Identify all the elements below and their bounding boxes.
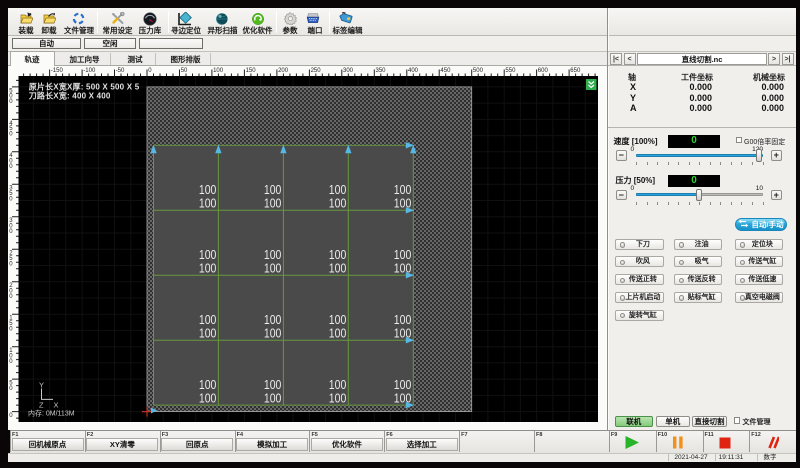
svg-text:Z: Z <box>39 401 44 410</box>
svg-text:X: X <box>54 401 59 410</box>
svg-text:-150: -150 <box>51 68 64 74</box>
svg-text:100: 100 <box>199 182 217 197</box>
svg-text:100: 100 <box>394 182 412 197</box>
svg-text:100: 100 <box>394 377 412 392</box>
svg-text:内存: 0M/113M: 内存: 0M/113M <box>28 409 75 418</box>
svg-text:100: 100 <box>199 247 217 262</box>
svg-text:100: 100 <box>329 326 347 341</box>
svg-text:400: 400 <box>408 68 419 74</box>
svg-text:100: 100 <box>264 247 282 262</box>
svg-text:100: 100 <box>213 68 224 74</box>
svg-text:-50: -50 <box>116 68 125 74</box>
svg-text:100: 100 <box>394 247 412 262</box>
svg-text:100: 100 <box>264 326 282 341</box>
svg-text:200: 200 <box>278 68 289 74</box>
svg-text:100: 100 <box>199 196 217 211</box>
svg-text:100: 100 <box>329 312 347 327</box>
svg-text:100: 100 <box>199 312 217 327</box>
svg-text:100: 100 <box>329 261 347 276</box>
svg-text:100: 100 <box>394 312 412 327</box>
svg-text:250: 250 <box>311 68 322 74</box>
svg-text:100: 100 <box>394 326 412 341</box>
svg-text:100: 100 <box>199 326 217 341</box>
svg-text:原片长X宽X厚: 500 X 500 X 5: 原片长X宽X厚: 500 X 500 X 5 <box>29 81 140 91</box>
svg-text:100: 100 <box>199 391 217 406</box>
svg-text:100: 100 <box>329 182 347 197</box>
svg-text:-100: -100 <box>83 68 96 74</box>
svg-text:500: 500 <box>473 68 484 74</box>
svg-text:100: 100 <box>264 261 282 276</box>
svg-text:100: 100 <box>199 377 217 392</box>
svg-text:100: 100 <box>264 312 282 327</box>
svg-text:100: 100 <box>329 377 347 392</box>
svg-text:150: 150 <box>246 68 257 74</box>
svg-text:50: 50 <box>181 68 188 74</box>
svg-text:650: 650 <box>570 68 581 74</box>
svg-text:300: 300 <box>343 68 354 74</box>
svg-text:100: 100 <box>264 391 282 406</box>
svg-text:Y: Y <box>39 381 44 390</box>
svg-text:100: 100 <box>394 196 412 211</box>
svg-text:100: 100 <box>264 182 282 197</box>
svg-text:100: 100 <box>264 377 282 392</box>
svg-text:600: 600 <box>538 68 549 74</box>
svg-text:100: 100 <box>394 261 412 276</box>
svg-text:100: 100 <box>329 391 347 406</box>
svg-text:100: 100 <box>329 196 347 211</box>
svg-text:100: 100 <box>329 247 347 262</box>
svg-text:100: 100 <box>199 261 217 276</box>
svg-text:刀路长X宽: 400 X 400: 刀路长X宽: 400 X 400 <box>29 91 111 101</box>
svg-text:550: 550 <box>505 68 516 74</box>
svg-text:100: 100 <box>394 391 412 406</box>
svg-text:450: 450 <box>440 68 451 74</box>
svg-text:350: 350 <box>376 68 387 74</box>
svg-text:100: 100 <box>264 196 282 211</box>
